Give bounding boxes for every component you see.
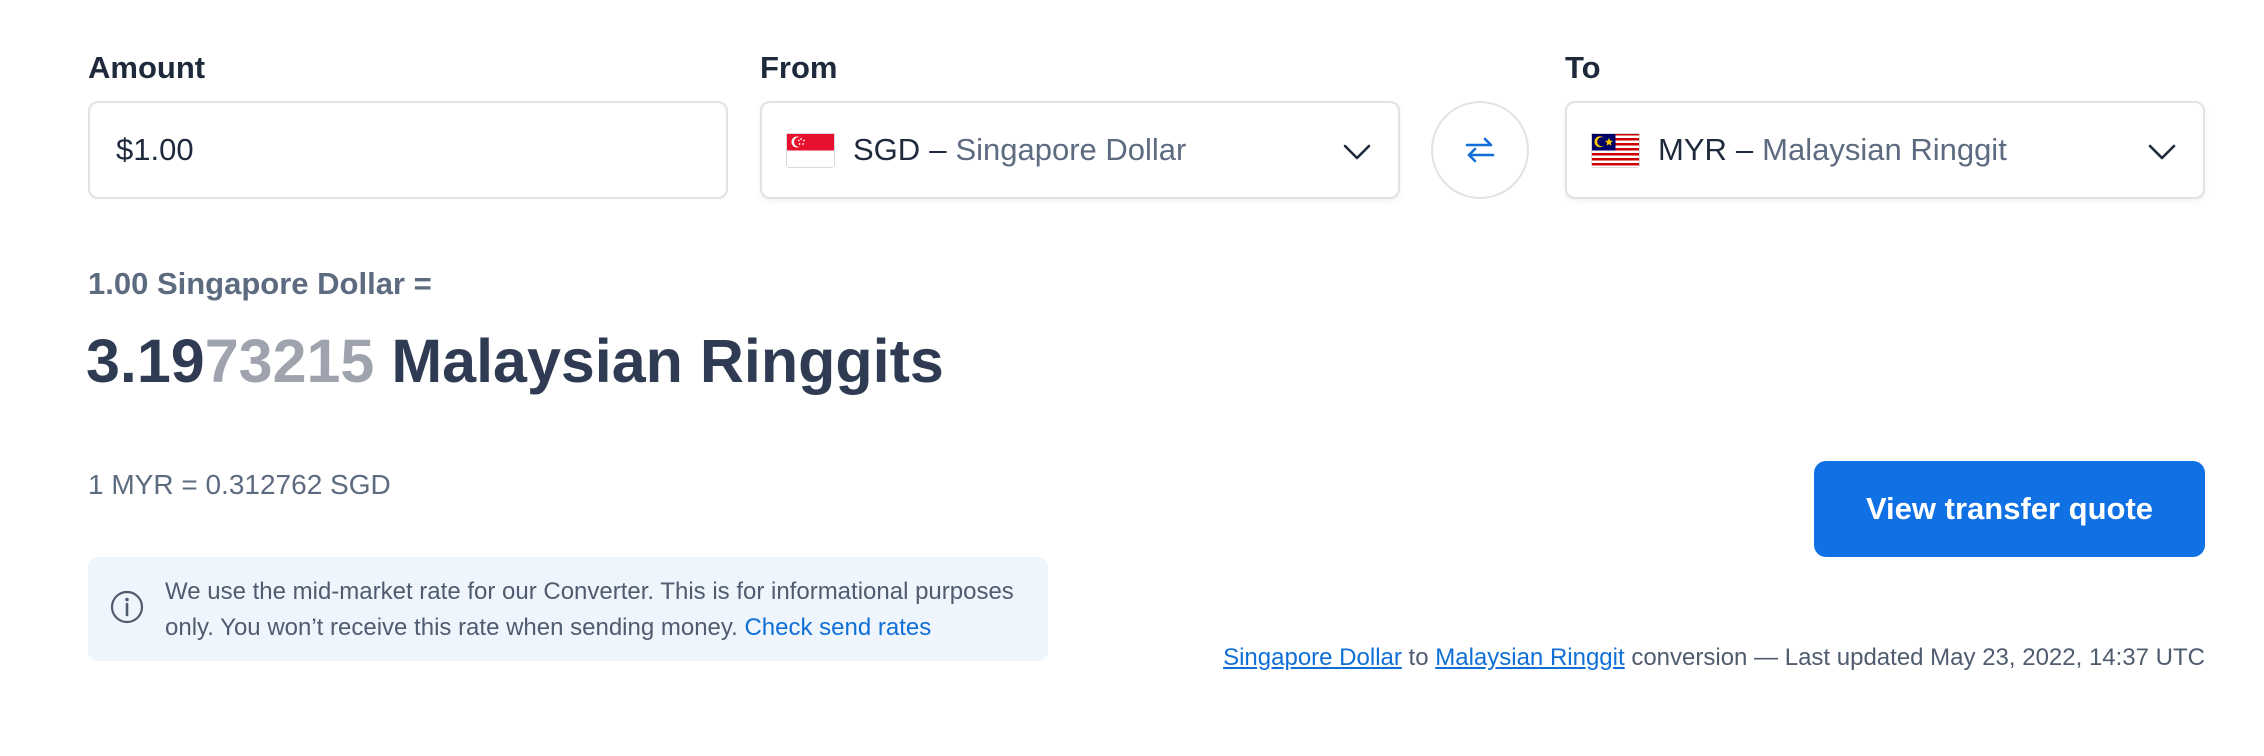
malaysia-flag-icon — [1591, 132, 1640, 168]
to-currency-dash: – — [1735, 132, 1754, 167]
from-label: From — [760, 50, 838, 85]
to-currency-code: MYR — [1658, 132, 1727, 167]
amount-input[interactable] — [114, 131, 698, 169]
inverse-rate: 1 MYR = 0.312762 SGD — [88, 469, 391, 500]
result-unit: Malaysian Ringgits — [391, 327, 944, 395]
swap-arrows-icon — [1465, 137, 1495, 163]
amount-label: Amount — [88, 50, 206, 85]
check-send-rates-link[interactable]: Check send rates — [744, 614, 931, 641]
from-currency-dash: – — [929, 132, 947, 167]
malaysian-ringgit-link[interactable]: Malaysian Ringgit — [1435, 644, 1624, 671]
swap-currencies-button[interactable] — [1431, 101, 1529, 199]
info-text-block: We use the mid-market rate for our Conve… — [165, 574, 1025, 646]
conversion-from-line: 1.00 Singapore Dollar = — [88, 266, 432, 301]
singapore-dollar-link[interactable]: Singapore Dollar — [1223, 644, 1402, 671]
view-transfer-quote-button[interactable]: View transfer quote — [1814, 461, 2205, 557]
singapore-flag-icon — [786, 132, 835, 168]
chevron-down-icon — [1343, 144, 1371, 160]
to-currency-name: Malaysian Ringgit — [1762, 132, 2007, 167]
from-currency-select[interactable]: SGD – Singapore Dollar — [760, 101, 1400, 199]
from-currency-name: Singapore Dollar — [955, 132, 1187, 167]
result-value-extra-digits: 73215 — [204, 327, 375, 395]
result-value-main: 3.19 — [86, 327, 205, 395]
conversion-footnote: Singapore Dollar to Malaysian Ringgit co… — [1223, 644, 2205, 672]
conversion-result: 3.1973215 Malaysian Ringgits — [86, 326, 944, 396]
last-updated-text: conversion — Last updated May 23, 2022, … — [1631, 644, 2205, 671]
amount-field[interactable] — [88, 101, 728, 199]
info-icon — [110, 590, 144, 624]
to-label: To — [1565, 50, 1601, 85]
from-currency-code: SGD — [853, 132, 921, 167]
chevron-down-icon — [2148, 144, 2176, 160]
to-currency-select[interactable]: MYR – Malaysian Ringgit — [1565, 101, 2205, 199]
footnote-to-word: to — [1408, 644, 1429, 671]
mid-market-info-box: We use the mid-market rate for our Conve… — [88, 557, 1048, 661]
